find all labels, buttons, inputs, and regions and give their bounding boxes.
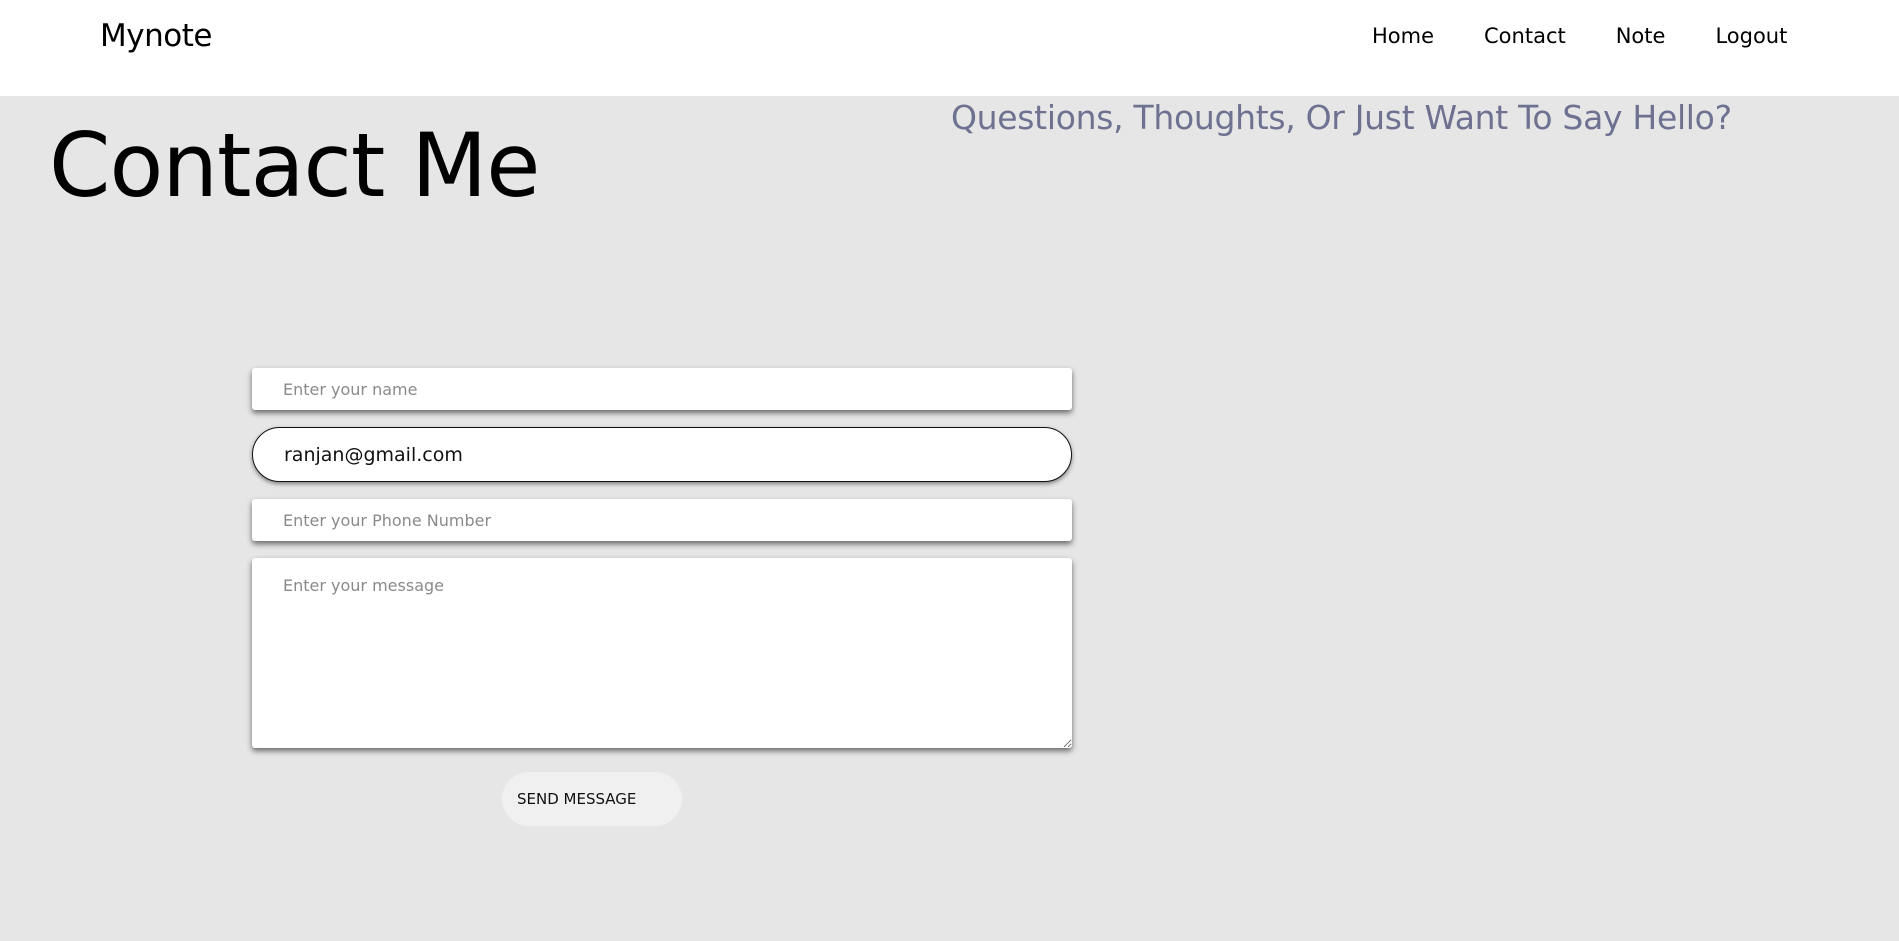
send-message-button[interactable]: SEND MESSAGE	[502, 772, 682, 826]
email-input[interactable]	[252, 427, 1072, 482]
nav-link-logout[interactable]: Logout	[1715, 24, 1787, 48]
contact-form	[252, 368, 1072, 748]
nav-links: Home Contact Note Logout	[1372, 24, 1787, 48]
nav-link-note[interactable]: Note	[1616, 24, 1666, 48]
page-title: Contact Me	[49, 114, 540, 217]
phone-input[interactable]	[252, 499, 1072, 541]
message-textarea[interactable]	[252, 558, 1072, 748]
name-input[interactable]	[252, 368, 1072, 410]
nav-link-home[interactable]: Home	[1372, 24, 1434, 48]
brand-logo[interactable]: Mynote	[100, 18, 212, 54]
nav-link-contact[interactable]: Contact	[1484, 24, 1566, 48]
tagline: Questions, Thoughts, Or Just Want To Say…	[951, 98, 1732, 137]
navbar: Mynote Home Contact Note Logout	[0, 0, 1899, 96]
